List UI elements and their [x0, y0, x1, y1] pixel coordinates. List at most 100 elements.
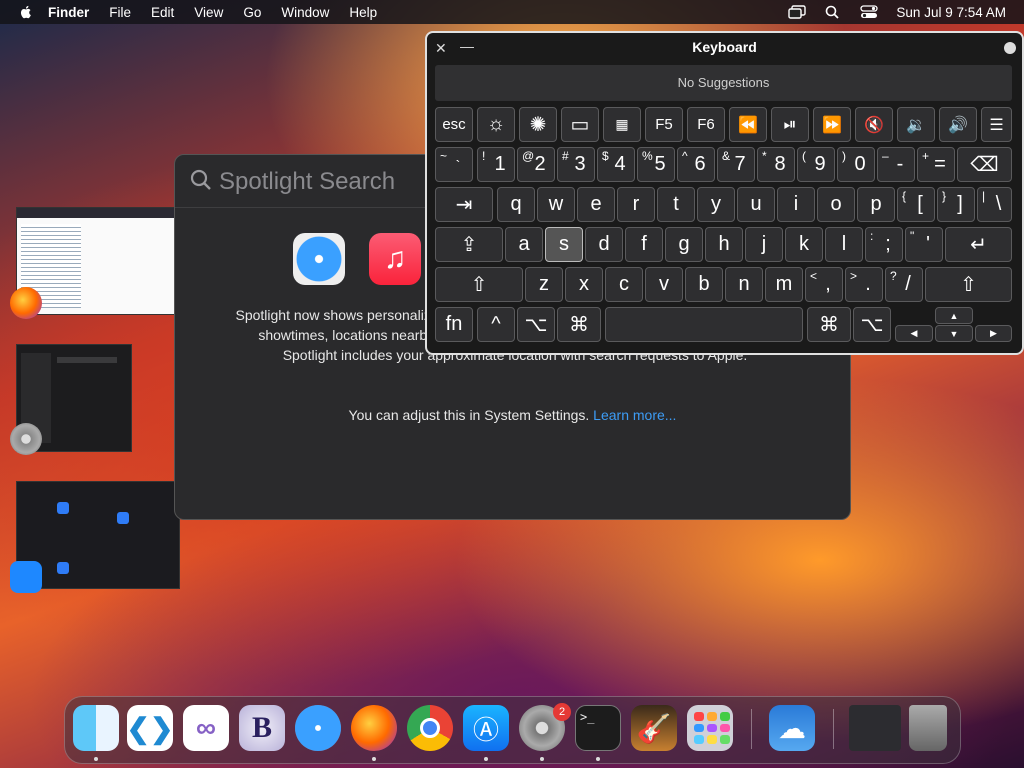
vscode-icon[interactable]: ❮❯	[127, 705, 173, 751]
key-quote[interactable]: " '	[905, 227, 943, 262]
apple-menu-icon[interactable]	[18, 4, 34, 20]
key-p[interactable]: p	[857, 187, 895, 222]
tab-icon[interactable]: ⇥	[435, 187, 493, 222]
option-right-icon[interactable]: ⌥	[853, 307, 891, 342]
option-left-icon[interactable]: ⌥	[517, 307, 555, 342]
arrow-right-icon[interactable]: ▶	[975, 325, 1012, 342]
bbedit-icon[interactable]: B	[239, 705, 285, 751]
fast-forward-icon[interactable]: ⏩	[813, 107, 851, 142]
garageband-icon[interactable]: 🎸	[631, 705, 677, 751]
key-backtick[interactable]: ~ `	[435, 147, 473, 182]
safari-icon[interactable]	[295, 705, 341, 751]
key-w[interactable]: w	[537, 187, 575, 222]
key-e[interactable]: e	[577, 187, 615, 222]
finder-icon[interactable]	[73, 705, 119, 751]
key-7[interactable]: & 7	[717, 147, 755, 182]
key-equals[interactable]: + =	[917, 147, 955, 182]
command-left-icon[interactable]: ⌘	[557, 307, 601, 342]
command-right-icon[interactable]: ⌘	[807, 307, 851, 342]
delete-icon[interactable]: ⌫	[957, 147, 1012, 182]
key-minus[interactable]: – -	[877, 147, 915, 182]
key-4[interactable]: $4	[597, 147, 635, 182]
rewind-icon[interactable]: ⏪	[729, 107, 767, 142]
safari-icon[interactable]	[293, 233, 345, 285]
key-5[interactable]: % 5	[637, 147, 675, 182]
key-z[interactable]: z	[525, 267, 563, 302]
mission-control-icon[interactable]: ▭	[561, 107, 599, 142]
key-fn[interactable]: fn	[435, 307, 473, 342]
key-r[interactable]: r	[617, 187, 655, 222]
arrow-left-icon[interactable]: ◀	[895, 325, 933, 342]
menu-edit[interactable]: Edit	[151, 5, 174, 20]
key-n[interactable]: n	[725, 267, 763, 302]
chrome-icon[interactable]	[407, 705, 453, 751]
music-icon[interactable]: ♫	[369, 233, 421, 285]
key-b[interactable]: b	[685, 267, 723, 302]
menu-window[interactable]: Window	[281, 5, 329, 20]
key-0[interactable]: ) 0	[837, 147, 875, 182]
menu-help[interactable]: Help	[349, 5, 377, 20]
key-t[interactable]: t	[657, 187, 695, 222]
app-store-icon[interactable]	[10, 561, 42, 593]
trash-icon[interactable]	[909, 705, 947, 751]
mute-icon[interactable]: 🔇	[855, 107, 893, 142]
firefox-icon[interactable]	[351, 705, 397, 751]
play-pause-icon[interactable]: ⏯	[771, 107, 809, 142]
brightness-up-icon[interactable]: ✺	[519, 107, 557, 142]
menu-view[interactable]: View	[194, 5, 223, 20]
weather-icon[interactable]: ☁	[769, 705, 815, 751]
key-9[interactable]: (9	[797, 147, 835, 182]
key-f6[interactable]: F6	[687, 107, 725, 142]
key-h[interactable]: h	[705, 227, 743, 262]
more-options-icon[interactable]	[1004, 42, 1016, 54]
space-bar[interactable]	[605, 307, 803, 342]
key-6[interactable]: ^ 6	[677, 147, 715, 182]
key-c[interactable]: c	[605, 267, 643, 302]
key-y[interactable]: y	[697, 187, 735, 222]
key-period[interactable]: >.	[845, 267, 883, 302]
arrow-down-icon[interactable]: ▼	[935, 325, 973, 342]
launchpad-icon[interactable]: ▦	[603, 107, 641, 142]
key-2[interactable]: @2	[517, 147, 555, 182]
menu-app-name[interactable]: Finder	[48, 5, 89, 20]
shift-left-icon[interactable]: ⇧	[435, 267, 523, 302]
key-d[interactable]: d	[585, 227, 623, 262]
key-l[interactable]: l	[825, 227, 863, 262]
key-semicolon[interactable]: :;	[865, 227, 903, 262]
key-comma[interactable]: <,	[805, 267, 843, 302]
key-esc[interactable]: esc	[435, 107, 473, 142]
key-v[interactable]: v	[645, 267, 683, 302]
key-backslash[interactable]: | \	[977, 187, 1012, 222]
key-f5[interactable]: F5	[645, 107, 683, 142]
return-icon[interactable]: ↵	[945, 227, 1012, 262]
caps-lock-icon[interactable]: ⇪	[435, 227, 503, 262]
launchpad-icon[interactable]	[687, 705, 733, 751]
key-right-bracket[interactable]: }]	[937, 187, 975, 222]
key-q[interactable]: q	[497, 187, 535, 222]
menu-clock[interactable]: Sun Jul 9 7:54 AM	[896, 5, 1006, 20]
key-x[interactable]: x	[565, 267, 603, 302]
arrow-up-icon[interactable]: ▲	[935, 307, 973, 324]
app-store-icon[interactable]: Ⓐ	[463, 705, 509, 751]
key-f[interactable]: f	[625, 227, 663, 262]
search-icon[interactable]	[824, 5, 842, 19]
key-g[interactable]: g	[665, 227, 703, 262]
screen-mirroring-icon[interactable]	[788, 5, 807, 19]
firefox-icon[interactable]	[10, 287, 42, 319]
key-3[interactable]: #3	[557, 147, 595, 182]
control-icon[interactable]: ^	[477, 307, 515, 342]
volume-down-icon[interactable]: 🔉	[897, 107, 935, 142]
downloads-stack-icon[interactable]	[849, 705, 901, 751]
terminal-icon[interactable]: >_	[575, 705, 621, 751]
system-settings-icon[interactable]	[10, 423, 42, 455]
key-i[interactable]: i	[777, 187, 815, 222]
key-m[interactable]: m	[765, 267, 803, 302]
volume-up-icon[interactable]: 🔊	[939, 107, 977, 142]
key-a[interactable]: a	[505, 227, 543, 262]
menu-go[interactable]: Go	[243, 5, 261, 20]
key-o[interactable]: o	[817, 187, 855, 222]
key-left-bracket[interactable]: {[	[897, 187, 935, 222]
control-center-icon[interactable]	[860, 5, 879, 19]
shift-right-icon[interactable]: ⇧	[925, 267, 1012, 302]
key-1[interactable]: ! 1	[477, 147, 515, 182]
